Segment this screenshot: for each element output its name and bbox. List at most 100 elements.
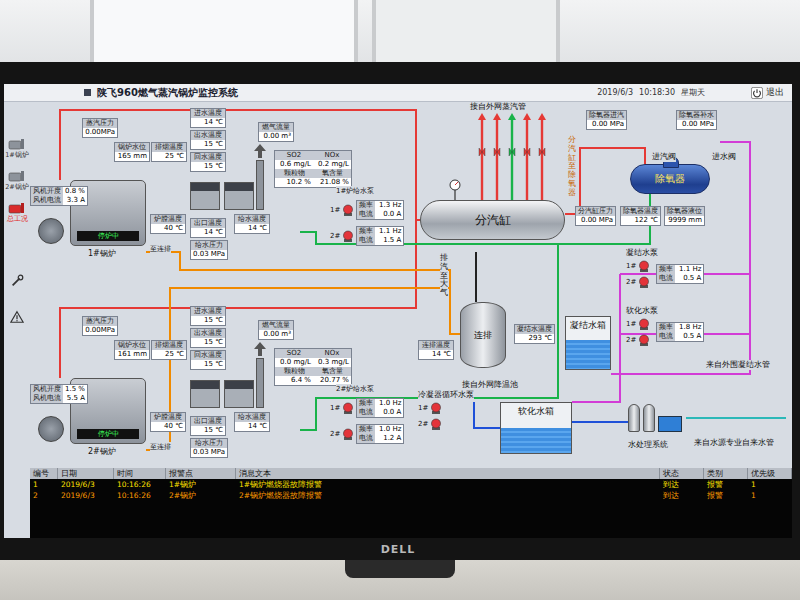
pump[interactable]: 1# bbox=[418, 402, 442, 414]
weekday: 星期天 bbox=[681, 87, 705, 98]
steam-riser bbox=[523, 113, 531, 200]
water-level bbox=[501, 428, 571, 453]
reading-box: 凝结水温度293 ℃ bbox=[514, 324, 555, 344]
column-header[interactable]: 消息文本 bbox=[236, 468, 660, 479]
column-header[interactable]: 优先级 bbox=[748, 468, 792, 479]
alarm-row[interactable]: 12019/6/310:16:261#锅炉1#锅炉燃烧器故障报警到达报警1 bbox=[30, 479, 792, 490]
sidebar-tool[interactable] bbox=[10, 310, 24, 324]
pump-icon bbox=[342, 402, 354, 414]
boiler-unit: 停炉中1#锅炉至连排蒸汽压力0.00MPa锅炉水位165 mm排烟温度25 ℃进… bbox=[30, 102, 414, 262]
reading-box: 排烟温度25 ℃ bbox=[151, 340, 187, 360]
reading-box: 进水温度14 ℃ bbox=[190, 108, 226, 128]
pipe-label: 接自外网蒸汽管 bbox=[470, 102, 526, 112]
pipe bbox=[146, 252, 460, 334]
vessel: 软化水箱 bbox=[500, 402, 572, 454]
vertical-pipe-label: 分汽缸至除氧器 bbox=[568, 136, 576, 198]
pump-icon bbox=[342, 230, 354, 242]
column-header[interactable]: 状态 bbox=[660, 468, 704, 479]
arrow-up-icon bbox=[254, 144, 266, 158]
title-bar: 陕飞960燃气蒸汽锅炉监控系统2019/6/310:18:30星期天退出 bbox=[4, 84, 792, 102]
emission-reading: 氧含量20.77 % bbox=[313, 367, 351, 385]
date: 2019/6/3 bbox=[597, 88, 633, 97]
column-header[interactable]: 报警点 bbox=[166, 468, 236, 479]
pipe bbox=[611, 142, 750, 374]
arrow-up-icon bbox=[254, 342, 266, 356]
emission-reading: SO20.6 mg/L bbox=[275, 151, 313, 169]
drain-label: 至连排 bbox=[150, 244, 171, 254]
pipe-label: 进汽阀 bbox=[652, 152, 676, 162]
sidebar-tool[interactable] bbox=[10, 274, 24, 288]
vertical-pipe-label: 排汽至大气 bbox=[440, 254, 448, 298]
wrench-icon bbox=[10, 274, 24, 288]
power-icon bbox=[751, 87, 763, 99]
heat-exchanger bbox=[224, 380, 254, 408]
feed-pump[interactable]: 1#频率1.3 Hz电流0.0 A bbox=[330, 200, 404, 220]
column-header[interactable]: 日期 bbox=[58, 468, 114, 479]
sidebar-item[interactable]: 总工况 bbox=[7, 202, 28, 224]
column-header[interactable]: 编号 bbox=[30, 468, 58, 479]
reading-box: 给水压力0.03 MPa bbox=[190, 240, 228, 260]
burner-fan-icon bbox=[38, 416, 64, 442]
alarm-row[interactable]: 22019/6/310:16:262#锅炉2#锅炉燃烧器故障报警到达报警1 bbox=[30, 490, 792, 501]
reading-box: 炉膛温度40 ℃ bbox=[150, 412, 186, 432]
column-header[interactable]: 类别 bbox=[704, 468, 748, 479]
feed-pump[interactable]: 1#频率1.0 Hz电流0.0 A bbox=[330, 398, 404, 418]
fan-reading: 风机电流5.5 A bbox=[31, 394, 87, 403]
reading-box: 连排温度14 ℃ bbox=[418, 340, 454, 360]
pump[interactable]: 1# bbox=[626, 260, 650, 272]
reading-box: 进水温度15 ℃ bbox=[190, 306, 226, 326]
pump-icon bbox=[342, 204, 354, 216]
emission-reading: 氧含量21.08 % bbox=[313, 169, 351, 187]
column-header[interactable]: 时间 bbox=[114, 468, 166, 479]
chimney bbox=[256, 160, 264, 210]
pump[interactable]: 2# bbox=[418, 418, 442, 430]
reading-box: 除氧器补水0.00 MPa bbox=[676, 110, 717, 130]
steam-riser bbox=[508, 113, 516, 200]
exit-button[interactable]: 退出 bbox=[751, 86, 784, 99]
steam-riser bbox=[493, 113, 501, 200]
emission-reading: NOx0.3 mg/L bbox=[313, 349, 351, 367]
alarm-table: 编号日期时间报警点消息文本状态类别优先级12019/6/310:16:261#锅… bbox=[30, 468, 792, 538]
fan-readings: 风机开度1.5 %风机电流5.5 A bbox=[30, 384, 88, 404]
reading-box: 出水温度15 ℃ bbox=[190, 328, 226, 348]
emission-reading: NOx0.2 mg/L bbox=[313, 151, 351, 169]
reading-box: 燃气流量0.00 m³ bbox=[258, 320, 294, 340]
pump[interactable]: 2# bbox=[626, 334, 650, 346]
process-diagram: 停炉中1#锅炉至连排蒸汽压力0.00MPa锅炉水位165 mm排烟温度25 ℃进… bbox=[30, 102, 792, 468]
emission-reading: 颗粒物6.4 % bbox=[275, 367, 313, 385]
pump[interactable]: 1# bbox=[626, 318, 650, 330]
sidebar: 1#锅炉 2#锅炉总工况 bbox=[4, 102, 30, 538]
water-level bbox=[566, 340, 610, 369]
fan-readings: 风机开度0.8 %风机电流3.3 A bbox=[30, 186, 88, 206]
desk bbox=[0, 560, 800, 600]
heat-exchanger bbox=[190, 380, 220, 408]
window-pane bbox=[90, 0, 358, 62]
reading-box: 炉膛温度40 ℃ bbox=[150, 214, 186, 234]
reading-box: 给水温度14 ℃ bbox=[234, 412, 270, 432]
pump-icon bbox=[430, 418, 442, 430]
app-title: 陕飞960燃气蒸汽锅炉监控系统 bbox=[97, 86, 238, 100]
pump-icon bbox=[638, 334, 650, 346]
vessel: 除氧器 bbox=[630, 164, 710, 194]
photo: 陕飞960燃气蒸汽锅炉监控系统2019/6/310:18:30星期天退出1#锅炉… bbox=[0, 0, 800, 600]
alarm-header: 编号日期时间报警点消息文本状态类别优先级 bbox=[30, 468, 792, 479]
boiler-status: 停炉中 bbox=[77, 429, 139, 439]
pipe-label: 进水阀 bbox=[712, 152, 736, 162]
boiler-name: 2#锅炉 bbox=[88, 446, 116, 457]
reading-box: 给水温度14 ℃ bbox=[234, 214, 270, 234]
feed-pump[interactable]: 2#频率1.0 Hz电流1.2 A bbox=[330, 424, 404, 444]
pump-group-label: 2#炉给水泵 bbox=[336, 384, 374, 394]
sidebar-item[interactable]: 1#锅炉 bbox=[5, 138, 29, 160]
pipe bbox=[474, 402, 500, 428]
reading-box: 除氧器液位9999 mm bbox=[664, 206, 705, 226]
pump-readings: 频率1.8 Hz电流0.5 A bbox=[656, 322, 704, 342]
feed-pump[interactable]: 2#频率1.1 Hz电流1.5 A bbox=[330, 226, 404, 246]
pipe-label: 接自外网降温池 bbox=[462, 380, 518, 390]
chimney bbox=[256, 358, 264, 408]
pump[interactable]: 2# bbox=[626, 276, 650, 288]
pump-group-label: 1#炉给水泵 bbox=[336, 186, 374, 196]
monitor-logo: DELL bbox=[381, 543, 416, 556]
pump-group: 冷凝器循环水泵1#2# bbox=[418, 390, 474, 430]
reading-box: 回水温度15 ℃ bbox=[190, 350, 226, 370]
sidebar-item[interactable]: 2#锅炉 bbox=[5, 170, 29, 192]
